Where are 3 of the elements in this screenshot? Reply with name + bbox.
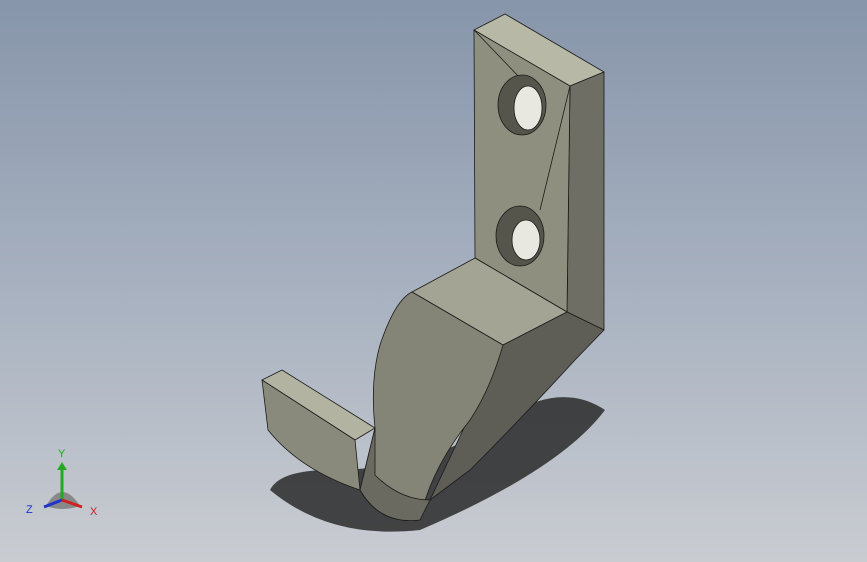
axis-label: Y — [58, 449, 66, 460]
axis-label: X — [90, 507, 98, 518]
axis-label: Z — [26, 505, 33, 516]
